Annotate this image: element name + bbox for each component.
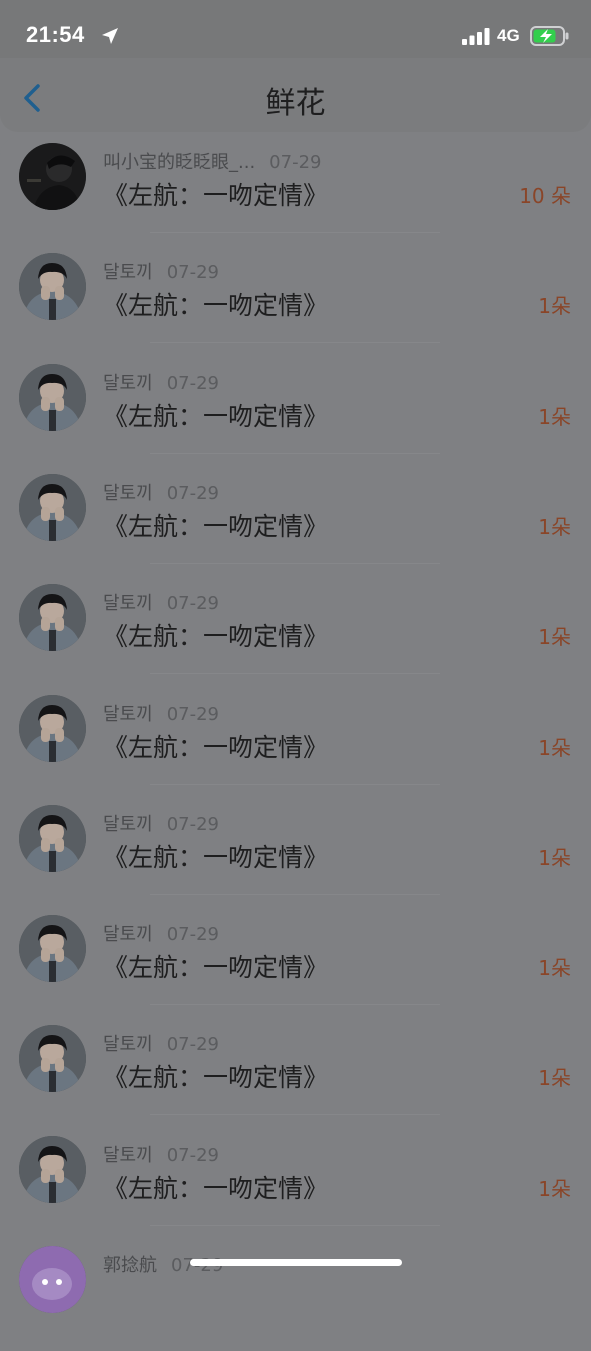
- username: 달토끼: [103, 1144, 153, 1166]
- username: 달토끼: [103, 813, 153, 835]
- person-photo-avatar[interactable]: [19, 363, 86, 431]
- book-title: 《左航：一吻定情》: [103, 1173, 329, 1203]
- item-meta: 달토끼 07-29: [103, 1030, 219, 1056]
- book-title: 《左航：一吻定情》: [103, 511, 329, 541]
- item-date: 07-29: [166, 703, 219, 725]
- flower-count: 10 朵: [519, 184, 571, 208]
- username: 달토끼: [103, 593, 153, 615]
- list-item[interactable]: 달토끼 07-29 《左航：一吻定情》 1朵: [0, 690, 591, 800]
- book-title: 《左航：一吻定情》: [103, 181, 329, 210]
- item-date: 07-29: [269, 152, 322, 173]
- divider: [150, 673, 440, 675]
- flower-count: 1朵: [538, 1176, 571, 1201]
- book-title: 《左航：一吻定情》: [103, 401, 329, 431]
- flower-count: 1朵: [538, 294, 571, 319]
- username: 달토끼: [103, 482, 153, 504]
- flower-list: 叫小宝的眨眨眼_... 07-29 《左航：一吻定情》 10 朵 달토끼 07-29 《左航…: [0, 137, 591, 1313]
- divider: [150, 1224, 440, 1226]
- item-date: 07-29: [166, 372, 219, 394]
- location-arrow-icon: [102, 28, 118, 44]
- item-meta: 달토끼 07-29: [103, 589, 219, 615]
- list-item[interactable]: 달토끼 07-29 《左航：一吻定情》 1朵: [0, 800, 591, 910]
- network-type: 4G: [497, 26, 520, 45]
- item-meta: 달토끼 07-29: [103, 700, 219, 726]
- person-photo-avatar[interactable]: [19, 1025, 86, 1093]
- flower-count: 1朵: [538, 1066, 571, 1091]
- item-meta: 叫小宝的眨眨眼_... 07-29: [103, 148, 321, 174]
- person-photo-avatar[interactable]: [19, 584, 86, 652]
- username: 달토끼: [103, 1034, 153, 1056]
- battery-charging-icon: [530, 26, 569, 46]
- divider: [150, 452, 440, 454]
- item-date: 07-29: [166, 262, 219, 284]
- book-title: 《左航：一吻定情》: [103, 622, 329, 652]
- book-title: 《左航：一吻定情》: [103, 842, 329, 872]
- flower-count: 1朵: [538, 514, 571, 539]
- flower-count: 1朵: [538, 735, 571, 760]
- list-item[interactable]: 달토끼 07-29 《左航：一吻定情》 1朵: [0, 1020, 591, 1130]
- username: 달토끼: [103, 262, 153, 284]
- book-title: 《左航：一吻定情》: [103, 732, 329, 762]
- person-photo-avatar[interactable]: [19, 1135, 86, 1203]
- page-title: 鲜花: [265, 86, 326, 121]
- username: 달토끼: [103, 703, 153, 725]
- list-item[interactable]: 달토끼 07-29 《左航：一吻定情》 1朵: [0, 469, 591, 579]
- list-item[interactable]: 달토끼 07-29 《左航：一吻定情》 1朵: [0, 248, 591, 358]
- list-item[interactable]: 叫小宝的眨眨眼_... 07-29 《左航：一吻定情》 10 朵: [0, 138, 591, 248]
- person-photo-avatar[interactable]: [19, 694, 86, 762]
- person-photo-avatar[interactable]: [19, 915, 86, 983]
- divider: [150, 893, 440, 895]
- divider: [150, 1114, 440, 1116]
- item-meta: 달토끼 07-29: [103, 479, 219, 505]
- divider: [150, 1004, 440, 1006]
- divider: [150, 562, 440, 564]
- list-item[interactable]: 달토끼 07-29 《左航：一吻定情》 1朵: [0, 359, 591, 469]
- item-date: 07-29: [166, 1034, 219, 1056]
- flower-count: 1朵: [538, 845, 571, 870]
- flower-count: 1朵: [538, 956, 571, 981]
- status-time: 21:54: [26, 22, 85, 47]
- book-title: 《左航：一吻定情》: [103, 1063, 329, 1093]
- item-date: 07-29: [166, 593, 219, 615]
- item-meta: 달토끼 07-29: [103, 258, 219, 284]
- item-meta: 달토끼 07-29: [103, 810, 219, 836]
- item-meta: 달토끼 07-29: [103, 920, 219, 946]
- person-photo-avatar[interactable]: [19, 473, 86, 541]
- item-date: 07-29: [166, 1144, 219, 1166]
- username: 달토끼: [103, 372, 153, 394]
- signal-icon: [462, 28, 490, 45]
- book-title: 《左航：一吻定情》: [103, 953, 329, 983]
- item-meta: 달토끼 07-29: [103, 1141, 219, 1167]
- flower-count: 1朵: [538, 625, 571, 650]
- flower-count: 1朵: [538, 404, 571, 429]
- list-item[interactable]: 달토끼 07-29 《左航：一吻定情》 1朵: [0, 1131, 591, 1241]
- book-title: 《左航：一吻定情》: [103, 291, 329, 321]
- item-date: 07-29: [166, 924, 219, 946]
- item-date: 07-29: [166, 482, 219, 504]
- person-photo-avatar[interactable]: [19, 253, 86, 321]
- status-bar: 21:54 4G: [0, 0, 591, 58]
- list-item[interactable]: 달토끼 07-29 《左航：一吻定情》 1朵: [0, 579, 591, 689]
- divider: [150, 783, 440, 785]
- divider: [150, 342, 440, 344]
- dark-photo-avatar[interactable]: [19, 143, 86, 210]
- home-indicator[interactable]: [190, 1259, 402, 1266]
- person-photo-avatar[interactable]: [19, 804, 86, 872]
- nav-bar: 鲜花: [0, 58, 591, 132]
- list-item[interactable]: 달토끼 07-29 《左航：一吻定情》 1朵: [0, 910, 591, 1020]
- username: 叫小宝的眨眨眼_...: [103, 152, 256, 173]
- username: 郭捻航: [103, 1255, 157, 1276]
- item-date: 07-29: [166, 813, 219, 835]
- list-item[interactable]: 郭捻航07-29: [0, 1241, 591, 1351]
- item-meta: 달토끼 07-29: [103, 369, 219, 395]
- divider: [150, 232, 440, 233]
- username: 달토끼: [103, 924, 153, 946]
